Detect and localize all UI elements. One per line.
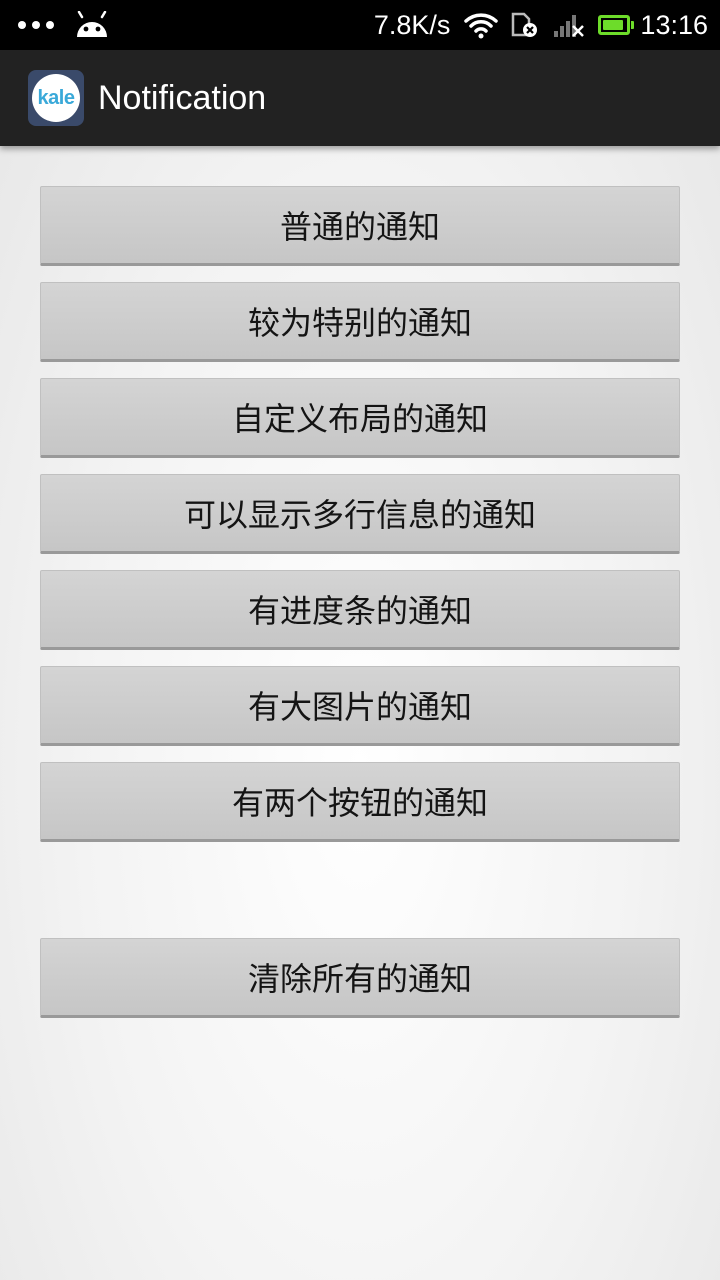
status-bar: 7.8K/s 13:16 [0,0,720,50]
clear-all-notifications-button[interactable]: 清除所有的通知 [40,938,680,1018]
app-icon-text: kale [32,74,80,122]
net-speed: 7.8K/s [373,9,451,40]
battery-icon [598,15,635,35]
status-left [18,0,110,50]
normal-notification-button[interactable]: 普通的通知 [40,186,680,266]
clock: 13:16 [640,9,708,40]
app-icon[interactable]: kale [28,70,84,126]
android-icon [74,11,110,39]
page-title: Notification [98,78,267,117]
multiline-notification-button[interactable]: 可以显示多行信息的通知 [40,474,680,554]
special-notification-button[interactable]: 较为特别的通知 [40,282,680,362]
wifi-icon [464,11,499,39]
sim-card-x-icon [510,11,540,39]
signal-x-icon [552,11,586,39]
more-dots-icon [18,21,60,29]
big-picture-notification-button[interactable]: 有大图片的通知 [40,666,680,746]
status-right: 7.8K/s 13:16 [374,0,708,50]
custom-layout-notification-button[interactable]: 自定义布局的通知 [40,378,680,458]
two-buttons-notification-button[interactable]: 有两个按钮的通知 [40,762,680,842]
progress-notification-button[interactable]: 有进度条的通知 [40,570,680,650]
action-bar: kale Notification [0,50,720,146]
